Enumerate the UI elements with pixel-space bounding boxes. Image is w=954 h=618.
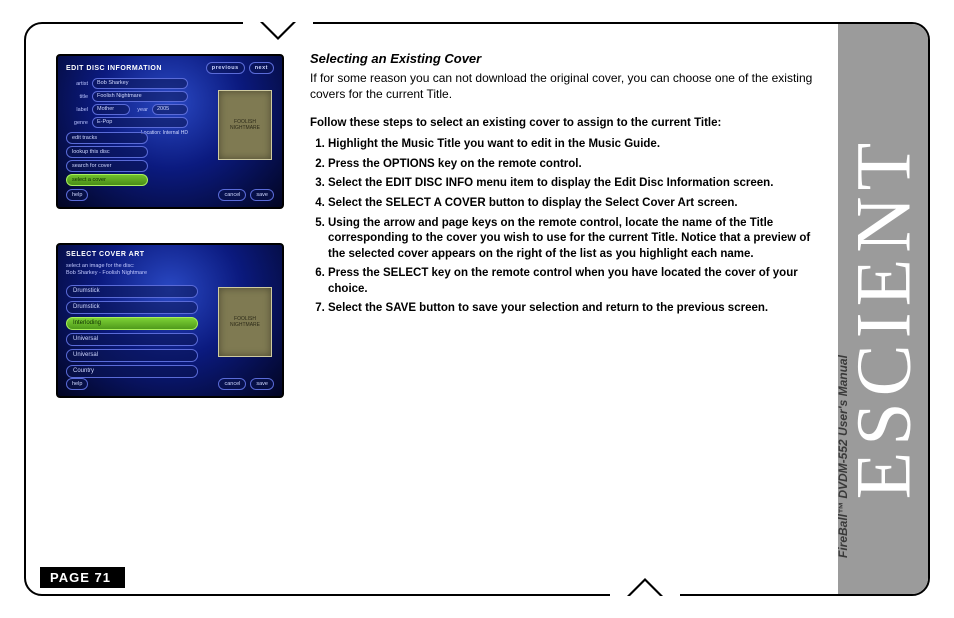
steps-lead: Follow these steps to select an existing… — [310, 116, 814, 132]
shot2-list-item[interactable]: Country — [66, 365, 198, 378]
step-item: Press the SELECT key on the remote contr… — [328, 266, 814, 297]
shot2-cover-list: Drumstick Drumstick Interloding Universa… — [66, 285, 198, 381]
screenshot-edit-disc-info: EDIT DISC INFORMATION previous next arti… — [56, 54, 284, 209]
shot1-genre-label: genre — [66, 120, 88, 126]
shot2-list-item[interactable]: Drumstick — [66, 301, 198, 314]
shot1-cover-preview: FOOLISH NIGHTMARE — [218, 90, 272, 160]
manual-page: ESCIENT® FireBall™ DVDM-552 User's Manua… — [0, 0, 954, 618]
shot1-artist-field[interactable]: Bob Sharkey — [92, 78, 188, 89]
content-area: EDIT DISC INFORMATION previous next arti… — [56, 50, 814, 548]
shot2-sub2: Bob Sharkey - Foolish Nightmare — [66, 270, 147, 277]
shot1-year-field[interactable]: 2005 — [152, 104, 188, 115]
brand-column: ESCIENT® — [838, 24, 928, 594]
step-item: Using the arrow and page keys on the rem… — [328, 216, 814, 263]
brand-name: ESCIENT — [839, 137, 926, 500]
shot2-list-item[interactable]: Universal — [66, 333, 198, 346]
shot2-save-button[interactable]: save — [250, 378, 274, 390]
brand-logo: ESCIENT® — [838, 119, 928, 500]
shot1-select-cover-button[interactable]: select a cover — [66, 174, 148, 186]
shot2-list-item[interactable]: Drumstick — [66, 285, 198, 298]
shot1-next-button[interactable]: next — [249, 62, 274, 74]
shot1-previous-button[interactable]: previous — [206, 62, 245, 74]
page-number: PAGE 71 — [40, 567, 125, 588]
shot2-list-item[interactable]: Universal — [66, 349, 198, 362]
shot1-edit-tracks-button[interactable]: edit tracks — [66, 132, 148, 144]
text-column: Selecting an Existing Cover If for some … — [310, 50, 814, 321]
shot1-title: EDIT DISC INFORMATION — [66, 65, 162, 72]
section-heading: Selecting an Existing Cover — [310, 50, 814, 68]
shot1-genre-field[interactable]: E-Pop — [92, 117, 188, 128]
shot1-title-field[interactable]: Foolish Nightmare — [92, 91, 188, 102]
shot1-save-button[interactable]: save — [250, 189, 274, 201]
shot1-search-cover-button[interactable]: search for cover — [66, 160, 148, 172]
shot1-artist-label: artist — [66, 81, 88, 87]
intro-paragraph: If for some reason you can not download … — [310, 70, 814, 102]
shot1-label-label: label — [66, 107, 88, 113]
step-item: Select the EDIT DISC INFO menu item to d… — [328, 176, 814, 192]
step-item: Select the SAVE button to save your sele… — [328, 301, 814, 317]
shot1-lookup-button[interactable]: lookup this disc — [66, 146, 148, 158]
shot1-label-field[interactable]: Mother West — [92, 104, 130, 115]
screenshot-select-cover-art: SELECT COVER ART select an image for the… — [56, 243, 284, 398]
shot2-title: SELECT COVER ART — [66, 251, 145, 258]
shot2-help-button[interactable]: help — [66, 378, 88, 390]
shot1-help-button[interactable]: help — [66, 189, 88, 201]
screenshots-column: EDIT DISC INFORMATION previous next arti… — [56, 54, 286, 432]
step-item: Press the OPTIONS key on the remote cont… — [328, 157, 814, 173]
shot2-cover-preview: FOOLISH NIGHTMARE — [218, 287, 272, 357]
shot2-list-item-selected[interactable]: Interloding — [66, 317, 198, 330]
shot1-cancel-button[interactable]: cancel — [218, 189, 246, 201]
shot2-cancel-button[interactable]: cancel — [218, 378, 246, 390]
steps-list: Highlight the Music Title you want to ed… — [310, 137, 814, 316]
shot2-sub1: select an image for the disc: — [66, 263, 147, 270]
step-item: Highlight the Music Title you want to ed… — [328, 137, 814, 153]
shot1-year-label: year — [134, 107, 148, 113]
step-item: Select the SELECT A COVER button to disp… — [328, 196, 814, 212]
shot1-title-label: title — [66, 94, 88, 100]
